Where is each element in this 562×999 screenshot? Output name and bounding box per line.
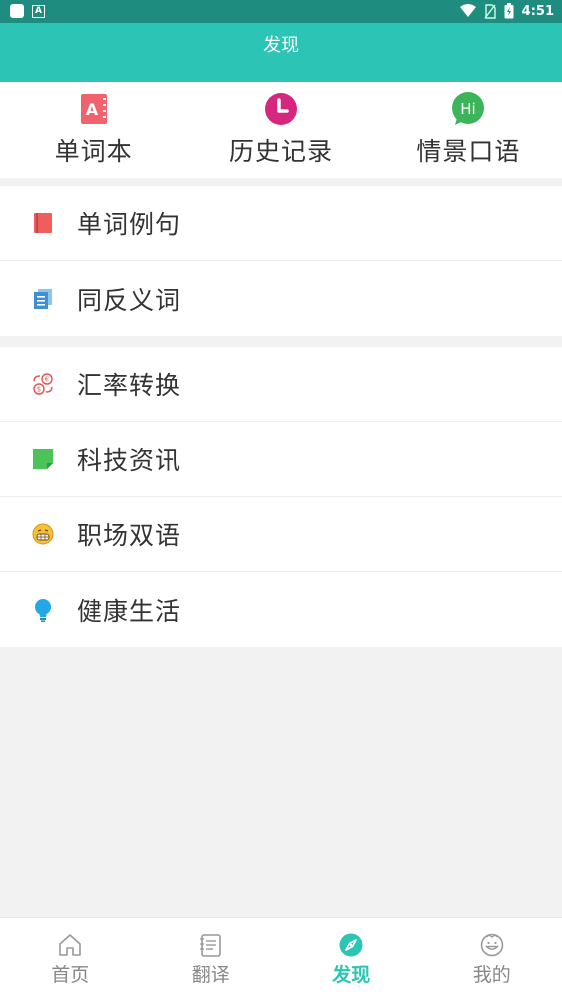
list-item-workplace-bilingual[interactable]: 职场双语 — [0, 497, 562, 572]
list-item-word-examples[interactable]: 单词例句 — [0, 186, 562, 261]
list-item-synonyms-antonyms[interactable]: 同反义词 — [0, 261, 562, 336]
shortcut-label: 情景口语 — [416, 137, 521, 166]
battery-charging-icon — [504, 3, 514, 19]
documents-icon — [31, 287, 55, 311]
svg-text:$: $ — [37, 386, 41, 394]
home-icon — [57, 932, 83, 958]
list-item-label: 科技资讯 — [77, 446, 182, 475]
notification-icon — [10, 4, 24, 18]
shortcut-row: A 单词本 历史记录 Hi 情景口语 — [0, 82, 562, 178]
status-time: 4:51 — [521, 3, 554, 19]
svg-text:Hi: Hi — [461, 100, 476, 118]
shortcut-situational-speaking[interactable]: Hi 情景口语 — [375, 82, 562, 178]
status-bar: A 4:51 — [0, 0, 562, 23]
lightbulb-icon — [31, 598, 55, 622]
list-item-label: 职场双语 — [77, 521, 182, 550]
list-item-label: 汇率转换 — [77, 371, 182, 400]
list-item-currency-exchange[interactable]: € $ 汇率转换 — [0, 347, 562, 422]
currency-exchange-icon: € $ — [31, 372, 55, 396]
nav-label: 发现 — [332, 964, 371, 986]
list-item-healthy-living[interactable]: 健康生活 — [0, 572, 562, 647]
nav-mine[interactable]: 我的 — [422, 918, 562, 999]
list-group-topics: € $ 汇率转换 科技资讯 职场双语 健康生活 — [0, 347, 562, 647]
notebook-icon: A — [77, 92, 111, 126]
shortcut-vocabulary-book[interactable]: A 单词本 — [0, 82, 187, 178]
list-group-words: 单词例句 同反义词 — [0, 186, 562, 336]
nav-label: 我的 — [472, 964, 511, 986]
nav-translate[interactable]: 翻译 — [141, 918, 282, 999]
nav-home[interactable]: 首页 — [0, 918, 141, 999]
nav-label: 翻译 — [191, 964, 230, 986]
list-item-label: 单词例句 — [77, 210, 182, 239]
hi-bubble-icon: Hi — [451, 92, 485, 126]
svg-text:€: € — [45, 376, 49, 384]
compass-icon — [338, 932, 364, 958]
shortcut-history[interactable]: 历史记录 — [187, 82, 374, 178]
red-book-icon — [31, 211, 55, 235]
a-notification-icon: A — [32, 4, 45, 18]
nav-label: 首页 — [51, 964, 90, 986]
list-item-label: 同反义词 — [77, 285, 182, 315]
bottom-nav: 首页 翻译 发现 我的 — [0, 917, 562, 999]
no-sim-icon — [484, 3, 496, 19]
notepad-icon — [198, 932, 224, 958]
list-item-label: 健康生活 — [77, 596, 182, 626]
wifi-icon — [459, 4, 476, 17]
shortcut-label: 历史记录 — [228, 137, 333, 166]
list-item-tech-news[interactable]: 科技资讯 — [0, 422, 562, 497]
shortcut-label: 单词本 — [54, 137, 133, 166]
clock-icon — [264, 92, 298, 126]
app-bar: 发现 — [0, 23, 562, 82]
nav-discover[interactable]: 发现 — [281, 918, 422, 999]
grin-face-icon — [31, 522, 55, 546]
smiley-icon — [479, 932, 505, 958]
svg-text:A: A — [85, 100, 98, 119]
page-title: 发现 — [263, 35, 299, 56]
green-note-icon — [31, 447, 55, 471]
